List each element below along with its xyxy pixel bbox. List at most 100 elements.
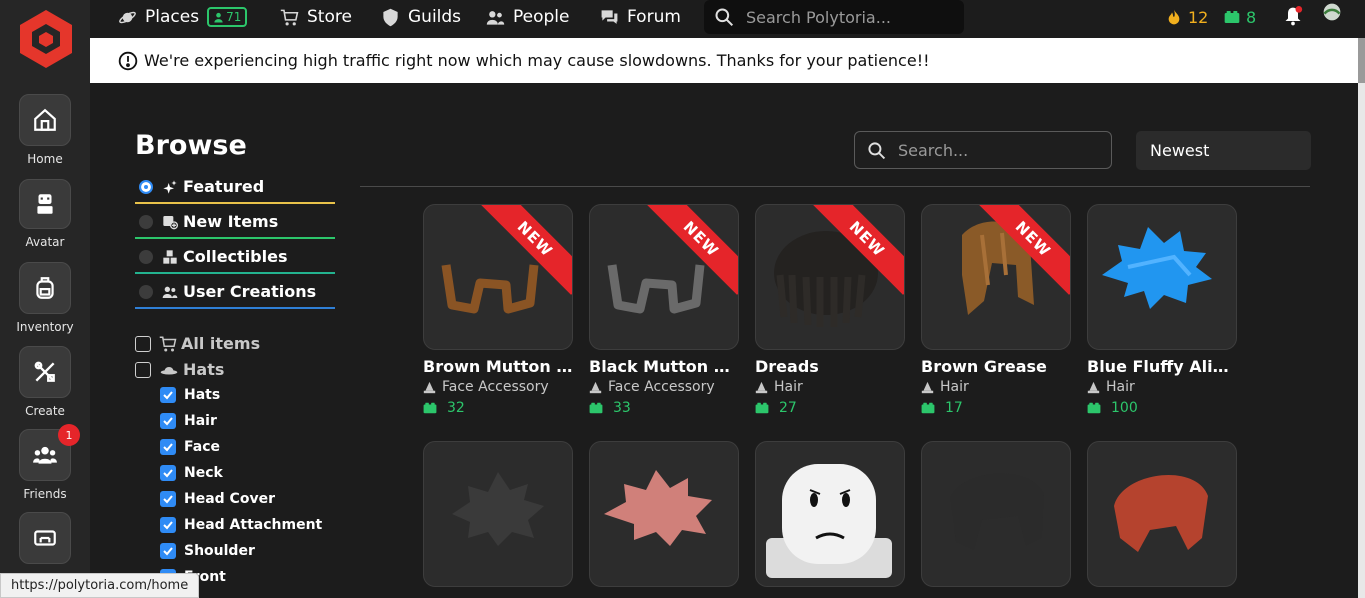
- filter-shoulder[interactable]: Shoulder: [160, 543, 255, 559]
- filter-hats-group[interactable]: Hats: [135, 360, 224, 379]
- scrollbar-thumb[interactable]: [1358, 38, 1365, 83]
- avatar-button[interactable]: [19, 179, 71, 229]
- item-name[interactable]: Dreads: [755, 357, 905, 376]
- filter-all-items[interactable]: All items: [135, 334, 260, 353]
- nav-places[interactable]: Places 71: [118, 0, 248, 34]
- checkbox-checked[interactable]: [160, 517, 176, 533]
- item-card[interactable]: NEW: [755, 204, 905, 350]
- item-name[interactable]: Brown Mutton C...: [423, 357, 573, 376]
- global-search-input[interactable]: Search Polytoria...: [704, 0, 964, 34]
- item-card[interactable]: NEW: [921, 204, 1071, 350]
- users-icon: [162, 286, 178, 298]
- item-card[interactable]: [1087, 204, 1237, 350]
- item-price-value: 33: [613, 400, 631, 416]
- item-name[interactable]: Brown Grease: [921, 357, 1071, 376]
- checkbox-checked[interactable]: [160, 413, 176, 429]
- stars-value: 12: [1188, 7, 1209, 27]
- filter-head-attachment[interactable]: Head Attachment: [160, 517, 322, 533]
- top-navbar: Places 71 Store Guilds People Forum Sear…: [90, 0, 1365, 38]
- item-price: 100: [1087, 400, 1138, 416]
- category-user-creations[interactable]: User Creations: [135, 276, 335, 309]
- sidebar-item-home[interactable]: Home: [0, 94, 90, 174]
- checkbox-unchecked[interactable]: [135, 335, 151, 352]
- bell-icon[interactable]: [1283, 6, 1303, 26]
- checkbox-unchecked[interactable]: [135, 361, 151, 378]
- sidebar-item-label: Create: [25, 404, 65, 418]
- category-collectibles[interactable]: Collectibles: [135, 241, 335, 274]
- item-type: Hair: [1087, 379, 1135, 395]
- flame-icon: [1168, 9, 1180, 25]
- filter-neck[interactable]: Neck: [160, 465, 223, 481]
- item-card[interactable]: [921, 441, 1071, 587]
- filter-label: Head Cover: [184, 491, 275, 507]
- category-label: Collectibles: [183, 247, 288, 266]
- catalog-search-input[interactable]: Search...: [854, 131, 1112, 169]
- category-new-items[interactable]: New Items: [135, 206, 335, 239]
- item-name[interactable]: Blue Fluffy Alien ...: [1087, 357, 1237, 376]
- radio-selected[interactable]: [139, 179, 153, 194]
- checkbox-checked[interactable]: [160, 439, 176, 455]
- sort-select[interactable]: Newest: [1136, 131, 1311, 170]
- filter-label: Shoulder: [184, 543, 255, 559]
- radio-unselected[interactable]: [139, 284, 153, 299]
- nav-store[interactable]: Store: [280, 0, 352, 34]
- item-type-label: Face Accessory: [608, 379, 715, 395]
- item-card[interactable]: NEW: [589, 204, 739, 350]
- checkbox-checked[interactable]: [160, 491, 176, 507]
- item-card[interactable]: [755, 441, 905, 587]
- nav-places-label: Places: [145, 7, 200, 27]
- item-type-label: Hair: [1106, 379, 1135, 395]
- category-featured[interactable]: Featured: [135, 171, 335, 204]
- sidebar-item-inventory[interactable]: Inventory: [0, 262, 90, 342]
- checkbox-checked[interactable]: [160, 543, 176, 559]
- user-avatar-icon[interactable]: [1322, 2, 1342, 22]
- filter-face[interactable]: Face: [160, 439, 220, 455]
- shield-icon: [383, 8, 398, 26]
- inventory-button[interactable]: [19, 262, 71, 314]
- sidebar-item-friends[interactable]: 1 Friends: [0, 424, 90, 509]
- mutton-chops-brown-thumbnail: [441, 264, 539, 314]
- sidebar-item-create[interactable]: Create: [0, 346, 90, 426]
- home-button[interactable]: [19, 94, 71, 146]
- item-price-value: 32: [447, 400, 465, 416]
- ticket-button[interactable]: [19, 512, 71, 564]
- radio-unselected[interactable]: [139, 214, 153, 229]
- black-hair-thumbnail: [950, 473, 1044, 550]
- item-card[interactable]: [423, 441, 573, 587]
- nav-forum[interactable]: Forum: [600, 0, 681, 34]
- brick-icon: [921, 402, 935, 414]
- wizard-hat-icon: [1087, 381, 1100, 393]
- dreads-hair-thumbnail: [774, 231, 878, 327]
- ticket-icon: [34, 530, 56, 546]
- radio-unselected[interactable]: [139, 249, 153, 264]
- checkbox-checked[interactable]: [160, 387, 176, 403]
- stars-balance[interactable]: 12: [1166, 0, 1208, 34]
- item-card[interactable]: [589, 441, 739, 587]
- item-card[interactable]: NEW: [423, 204, 573, 350]
- item-card[interactable]: [1087, 441, 1237, 587]
- filter-hair[interactable]: Hair: [160, 413, 217, 429]
- sidebar-item-avatar[interactable]: Avatar: [0, 179, 90, 259]
- polytoria-logo[interactable]: [18, 8, 74, 70]
- nav-guilds[interactable]: Guilds: [381, 0, 461, 34]
- create-button[interactable]: [19, 346, 71, 398]
- alert-circle-icon: [118, 51, 138, 70]
- check-icon: [163, 391, 173, 400]
- filter-label: Neck: [184, 465, 223, 481]
- checkbox-checked[interactable]: [160, 465, 176, 481]
- cart-icon: [280, 9, 299, 25]
- nav-people-label: People: [513, 7, 570, 27]
- brick-icon: [1087, 402, 1101, 414]
- blue-fluffy-hair-thumbnail: [1102, 227, 1212, 309]
- item-name[interactable]: Black Mutton Ch...: [589, 357, 739, 376]
- scrollbar-track[interactable]: [1358, 38, 1365, 598]
- user-icon: [214, 12, 223, 23]
- nav-people[interactable]: People: [486, 0, 569, 34]
- item-type: Hair: [755, 379, 803, 395]
- filter-hats[interactable]: Hats: [160, 387, 220, 403]
- filter-head-cover[interactable]: Head Cover: [160, 491, 275, 507]
- filter-label: Hats: [183, 360, 225, 379]
- bricks-balance[interactable]: 8: [1224, 0, 1256, 34]
- category-label: Featured: [183, 177, 265, 196]
- friends-button[interactable]: 1: [19, 424, 80, 481]
